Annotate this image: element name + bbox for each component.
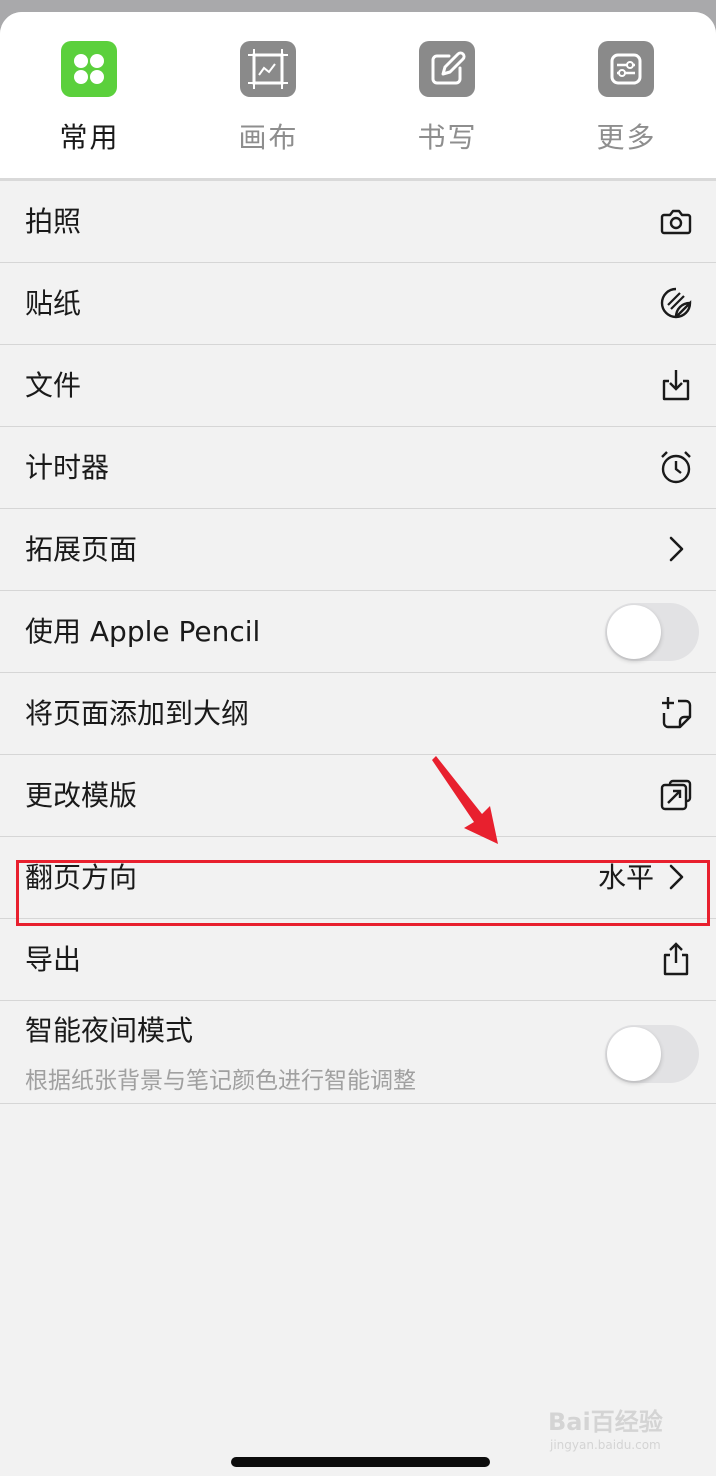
row-label: 拓展页面 (25, 533, 138, 566)
alarm-clock-icon (658, 449, 694, 485)
tab-writing[interactable]: 书写 (358, 12, 537, 178)
row-label: 拍照 (25, 205, 82, 238)
tab-label: 画布 (238, 121, 299, 154)
camera-icon (658, 203, 694, 239)
row-add-to-outline[interactable]: 将页面添加到大纲 (0, 673, 716, 755)
pencil-edit-icon (419, 41, 475, 97)
row-export[interactable]: 导出 (0, 919, 716, 1001)
toggle-knob (607, 605, 661, 659)
row-label: 导出 (25, 943, 82, 976)
options-list: 拍照 贴纸 文件 计时器 拓展页面 使用 Apple Pencil 将页面添加到… (0, 181, 716, 1104)
tab-canvas[interactable]: 画布 (179, 12, 358, 178)
row-label: 更改模版 (25, 779, 138, 812)
apple-pencil-toggle[interactable] (605, 603, 699, 661)
settings-sheet: 常用 画布 书写 更多 拍照 贴纸 文件 计时器 拓展页面 使用 Apple P… (0, 12, 716, 1476)
row-label: 文件 (25, 369, 82, 402)
watermark-main: Bai百经验 (548, 1408, 663, 1436)
red-arrow-icon (430, 752, 510, 848)
row-label: 将页面添加到大纲 (25, 697, 250, 730)
row-label: 使用 Apple Pencil (25, 615, 261, 648)
highlight-box (16, 860, 710, 926)
chevron-right-icon (658, 531, 694, 567)
row-extend-page[interactable]: 拓展页面 (0, 509, 716, 591)
row-label: 计时器 (25, 451, 110, 484)
tab-more[interactable]: 更多 (537, 12, 716, 178)
row-sublabel: 根据纸张背景与笔记颜色进行智能调整 (25, 1068, 416, 1094)
canvas-icon (240, 41, 296, 97)
row-label: 智能夜间模式 (25, 1014, 194, 1047)
row-smart-night-mode: 智能夜间模式 根据纸张背景与笔记颜色进行智能调整 (0, 1001, 716, 1104)
home-indicator[interactable] (231, 1457, 490, 1467)
download-tray-icon (658, 367, 694, 403)
row-apple-pencil: 使用 Apple Pencil (0, 591, 716, 673)
row-sticker[interactable]: 贴纸 (0, 263, 716, 345)
row-timer[interactable]: 计时器 (0, 427, 716, 509)
row-label: 贴纸 (25, 287, 82, 320)
grid-icon (61, 41, 117, 97)
share-icon (658, 941, 694, 977)
row-change-template[interactable]: 更改模版 (0, 755, 716, 837)
watermark: Bai百经验 jingyan.baidu.com (548, 1402, 708, 1452)
row-file[interactable]: 文件 (0, 345, 716, 427)
tab-bar: 常用 画布 书写 更多 (0, 12, 716, 181)
night-mode-toggle[interactable] (605, 1025, 699, 1083)
watermark-sub: jingyan.baidu.com (550, 1438, 661, 1452)
add-page-icon (658, 695, 694, 731)
toggle-knob (607, 1027, 661, 1081)
tab-label: 常用 (59, 121, 120, 154)
sticker-icon (658, 285, 694, 321)
sliders-icon (598, 41, 654, 97)
swap-template-icon (658, 777, 694, 813)
tab-common[interactable]: 常用 (0, 12, 179, 178)
row-photo[interactable]: 拍照 (0, 181, 716, 263)
tab-label: 更多 (596, 121, 657, 154)
tab-label: 书写 (417, 121, 478, 154)
